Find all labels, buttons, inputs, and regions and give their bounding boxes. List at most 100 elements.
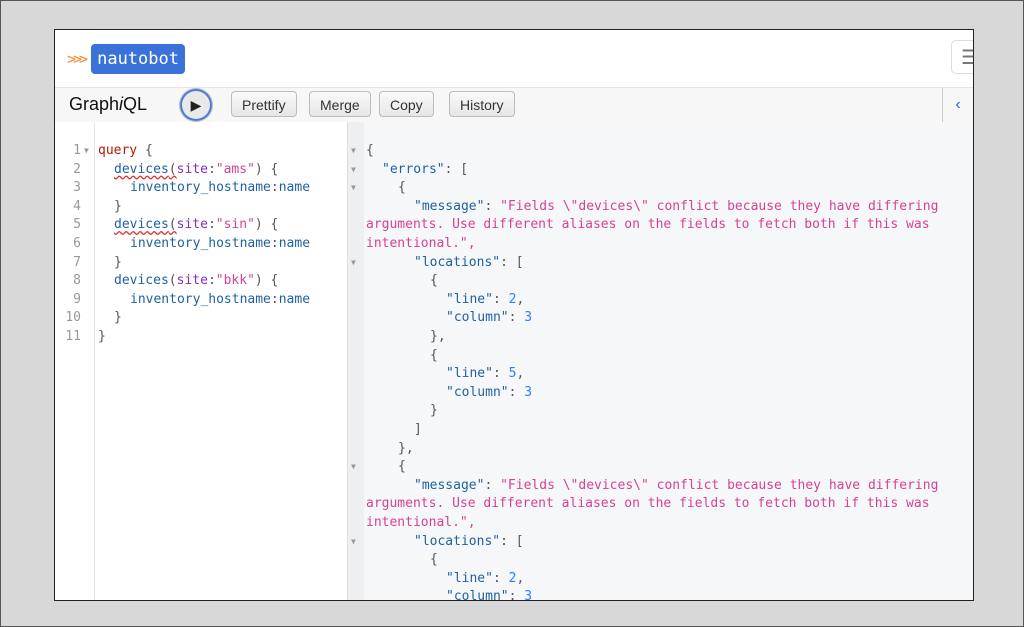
execute-query-button[interactable]: ▶ [179, 88, 213, 122]
fold-arrow-icon[interactable]: ▼ [351, 142, 356, 161]
field-name: devices [114, 161, 169, 177]
field-alias: name [278, 180, 311, 196]
arg-value: "sin" [215, 217, 255, 233]
json-key: "column" [446, 384, 509, 400]
arg-name: site [176, 217, 208, 233]
fold-arrow-icon[interactable]: ▼ [84, 142, 89, 161]
code-line: devices(site:"ams") { [114, 161, 279, 177]
result-viewer[interactable]: ▼ { ▼ "errors": [ ▼ { "message": "Fields… [348, 122, 973, 600]
code-punc: ) { [254, 217, 279, 233]
json-key: "message" [414, 477, 485, 493]
fold-arrow-icon[interactable]: ▼ [351, 161, 356, 180]
arg-value: "bkk" [215, 273, 255, 289]
json-line: "line": 5, [446, 366, 525, 382]
logo-text: nautobot [91, 44, 185, 74]
json-line: intentional.", [366, 514, 476, 533]
logo-arrows: >>> [67, 50, 88, 68]
json-line: "message": "Fields \"devices\" conflict … [414, 198, 939, 214]
line-number: 7 [73, 254, 81, 270]
field-name: devices [114, 273, 169, 289]
code-punc: } [114, 310, 122, 326]
menu-toggle-button[interactable]: ☰ [951, 40, 973, 74]
json-number: 3 [524, 589, 533, 600]
code-line: } [114, 198, 122, 217]
json-key: "column" [446, 310, 509, 326]
field-name: inventory_hostname [130, 291, 271, 307]
json-number: 3 [524, 310, 533, 326]
fold-arrow-icon[interactable]: ▼ [351, 179, 356, 198]
json-line: { [430, 273, 438, 289]
hamburger-icon: ☰ [961, 45, 973, 70]
line-number: 6 [73, 236, 81, 251]
query-keyword: query [98, 143, 138, 158]
json-line: "message": "Fields \"devices\" conflict … [414, 477, 939, 493]
arg-value: "ams" [215, 161, 255, 177]
code-line: inventory_hostname:name [130, 180, 311, 196]
query-editor[interactable]: 1 2 3 4 5 6 7 8 9 10 11 ▼ query { device… [55, 122, 348, 600]
json-string: intentional.", [366, 515, 476, 530]
json-line: { [398, 180, 406, 196]
code-line: devices(site:"bkk") { [114, 273, 279, 289]
code-line: devices(site:"sin") { [114, 217, 279, 233]
json-string: "Fields \"devices\" conflict because the… [500, 198, 939, 214]
json-key: "line" [446, 570, 493, 586]
title-suffix: QL [123, 94, 148, 114]
json-line: { [430, 552, 438, 568]
field-alias: name [278, 291, 311, 307]
json-line: }, [398, 440, 414, 456]
fold-arrow-icon[interactable]: ▼ [351, 254, 356, 273]
arg-name: site [176, 273, 208, 289]
graphiql-title: GraphiQL [69, 94, 147, 115]
json-line: { [430, 347, 438, 363]
code-line: inventory_hostname:name [130, 236, 311, 251]
json-string: intentional.", [366, 236, 476, 251]
line-number: 4 [73, 198, 81, 214]
browser-window: >>> nautobot ☰ GraphiQL ▶ Prettify Merge… [54, 29, 974, 601]
history-button[interactable]: History [449, 91, 515, 117]
json-key: "errors" [382, 161, 445, 177]
json-number: 3 [524, 384, 533, 400]
line-number: 5 [73, 217, 81, 233]
line-number: 3 [73, 180, 81, 196]
title-prefix: Graph [69, 94, 120, 114]
fold-arrow-icon[interactable]: ▼ [351, 533, 356, 552]
play-icon: ▶ [190, 96, 202, 113]
json-key: "locations" [414, 254, 501, 270]
code-line: query { [98, 142, 153, 161]
prettify-button[interactable]: Prettify [231, 91, 297, 117]
json-line: { [398, 459, 406, 475]
line-number: 11 [65, 329, 81, 344]
code-line: } [114, 309, 122, 328]
screenshot-frame: >>> nautobot ☰ GraphiQL ▶ Prettify Merge… [0, 0, 1024, 627]
code-punc: ) { [254, 161, 279, 177]
json-line: "column": 3 [446, 384, 533, 400]
code-punc: } [114, 198, 122, 214]
json-key: "line" [446, 291, 493, 307]
line-number: 2 [73, 161, 81, 177]
json-string: arguments. Use different aliases on the … [366, 496, 930, 512]
field-name: inventory_hostname [130, 180, 271, 196]
arg-name: site [176, 161, 208, 177]
json-line: "errors": [ [382, 161, 469, 177]
code-line: } [114, 254, 122, 273]
code-line: inventory_hostname:name [130, 291, 311, 307]
json-line: intentional.", [366, 235, 476, 254]
line-number: 9 [73, 291, 81, 307]
docs-toggle[interactable]: ‹ [942, 88, 973, 122]
json-line: "locations": [ [414, 254, 524, 270]
code-punc: } [98, 329, 106, 344]
nautobot-logo[interactable]: >>> nautobot [67, 43, 185, 75]
copy-button[interactable]: Copy [379, 91, 434, 117]
fold-arrow-icon[interactable]: ▼ [351, 458, 356, 477]
line-number: 10 [65, 310, 81, 326]
merge-button[interactable]: Merge [309, 91, 371, 117]
json-string: arguments. Use different aliases on the … [366, 217, 930, 233]
code-punc: { [137, 143, 153, 158]
json-line: ] [414, 422, 422, 437]
json-line: } [430, 403, 438, 419]
json-line: "line": 2, [446, 570, 525, 586]
chevron-left-icon: ‹ [955, 96, 961, 113]
json-line: "column": 3 [446, 310, 533, 326]
json-line: }, [430, 329, 446, 344]
field-name: inventory_hostname [130, 236, 271, 251]
